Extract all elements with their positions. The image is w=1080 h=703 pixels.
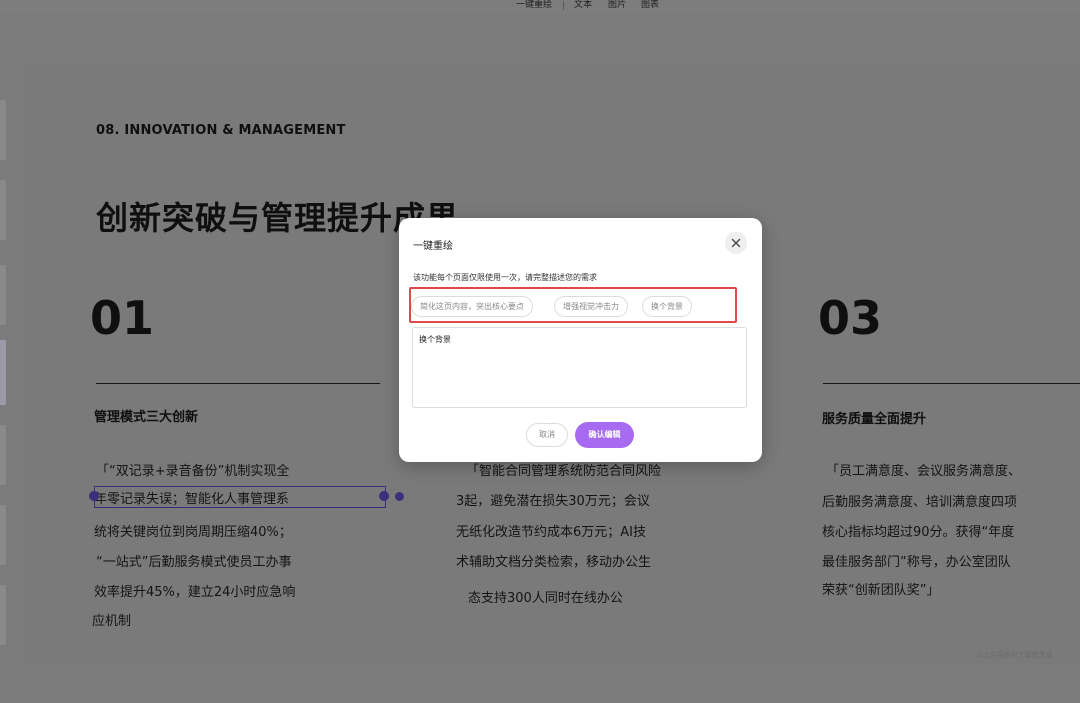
column-text-line[interactable]: 态支持300人同时在线办公 bbox=[468, 587, 623, 606]
slide-thumbnail[interactable] bbox=[0, 180, 6, 240]
column-text-line[interactable]: 「智能合同管理系统防范合同风险 bbox=[466, 460, 661, 479]
top-toolbar: 一键重绘 文本 图片 图表 bbox=[0, 0, 1080, 14]
toolbar-image-tab[interactable]: 图片 bbox=[608, 0, 626, 11]
column-text-line[interactable]: 荣获“创新团队奖”」 bbox=[822, 579, 939, 598]
slide-thumbnail[interactable] bbox=[0, 100, 6, 160]
dialog-description: 该功能每个页面仅限使用一次，请完整描述您的需求 bbox=[413, 273, 597, 282]
column-text-line[interactable]: 最佳服务部门”称号，办公室团队 bbox=[822, 551, 1011, 570]
redraw-dialog: 一键重绘 该功能每个页面仅限使用一次，请完整描述您的需求 简化这页内容，突出核心… bbox=[399, 218, 762, 462]
selection-handle-left[interactable] bbox=[89, 491, 99, 501]
suggestion-chips-highlight: 简化这页内容，突出核心要点 增强视觉冲击力 换个背景 bbox=[409, 287, 737, 323]
column-number[interactable]: 03 bbox=[818, 291, 882, 345]
close-button[interactable] bbox=[725, 232, 747, 254]
dialog-title: 一键重绘 bbox=[413, 241, 453, 252]
column-subtitle[interactable]: 服务质量全面提升 bbox=[822, 408, 926, 427]
column-divider bbox=[96, 383, 380, 384]
slide-thumbnail[interactable] bbox=[0, 505, 6, 565]
slide-thumbnails bbox=[0, 40, 7, 703]
column-text-line[interactable]: 核心指标均超过90分。获得“年度 bbox=[822, 521, 1014, 540]
suggestion-chip-simplify[interactable]: 简化这页内容，突出核心要点 bbox=[411, 296, 533, 317]
column-subtitle[interactable]: 管理模式三大创新 bbox=[94, 406, 198, 425]
slide-thumbnail[interactable] bbox=[0, 585, 6, 645]
slide-thumbnail-active[interactable] bbox=[0, 340, 6, 405]
column-text-line[interactable]: “一站式”后勤服务模式使员工办事 bbox=[96, 551, 291, 570]
slide-eyebrow[interactable]: 08. INNOVATION & MANAGEMENT bbox=[96, 123, 346, 138]
column-text-line[interactable]: 应机制 bbox=[92, 610, 131, 629]
column-text-line[interactable]: 3起，避免潜在损失30万元；会议 bbox=[456, 490, 650, 509]
slide-thumbnail[interactable] bbox=[0, 265, 6, 325]
column-text-line[interactable]: 「员工满意度、会议服务满意度、 bbox=[826, 460, 1021, 479]
requirement-textarea[interactable]: 换个背景 bbox=[412, 327, 747, 408]
toolbar-chart-tab[interactable]: 图表 bbox=[641, 0, 659, 11]
confirm-edit-button[interactable]: 确认编辑 bbox=[575, 422, 634, 448]
suggestion-chip-change-background[interactable]: 换个背景 bbox=[642, 296, 692, 317]
column-text-line[interactable]: 「“双记录+录音备份”机制实现全 bbox=[96, 460, 289, 479]
slide-thumbnail[interactable] bbox=[0, 425, 6, 485]
toolbar-text-tab[interactable]: 文本 bbox=[574, 0, 592, 11]
column-text-line[interactable]: 统将关键岗位到岗周期压缩40%； bbox=[94, 521, 292, 540]
close-icon bbox=[731, 238, 741, 248]
selection-handle-right[interactable] bbox=[379, 491, 389, 501]
column-text-line[interactable]: 后勤服务满意度、培训满意度四项 bbox=[822, 491, 1017, 510]
text-selection-box[interactable] bbox=[94, 486, 386, 508]
column-divider bbox=[823, 383, 1080, 384]
column-text-line[interactable]: 无纸化改造节约成本6万元；AI技 bbox=[456, 521, 646, 540]
ai-watermark: 以上内容由AI工智能生成 bbox=[976, 651, 1053, 659]
toolbar-redraw-tab[interactable]: 一键重绘 bbox=[516, 0, 552, 11]
cancel-button[interactable]: 取消 bbox=[526, 423, 568, 447]
toolbar-divider bbox=[563, 1, 564, 10]
suggestion-chip-visual-impact[interactable]: 增强视觉冲击力 bbox=[554, 296, 628, 317]
selection-handle-rotate[interactable] bbox=[395, 492, 404, 501]
column-text-line[interactable]: 效率提升45%，建立24小时应急响 bbox=[94, 581, 295, 600]
column-text-line[interactable]: 术辅助文档分类检索，移动办公生 bbox=[456, 551, 651, 570]
column-number[interactable]: 01 bbox=[90, 291, 154, 345]
